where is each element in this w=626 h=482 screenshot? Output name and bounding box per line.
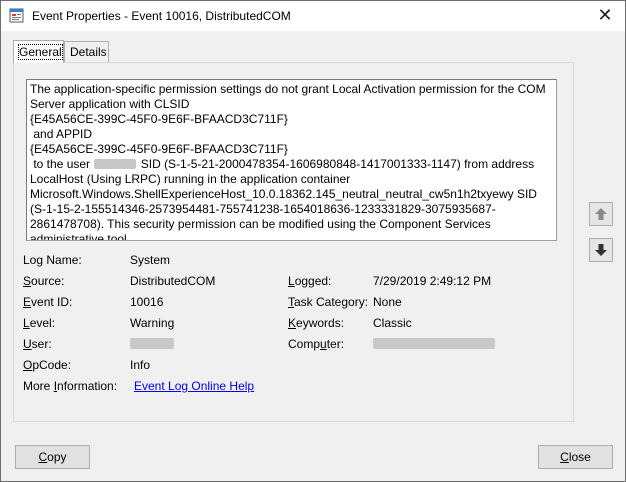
opcode-label: OpCode: [23,358,72,372]
event-viewer-icon [9,8,24,23]
keywords-label: Keywords: [288,316,345,330]
tab-general-label: General [18,44,63,60]
source-value: DistributedCOM [130,274,216,288]
task-category-value: None [373,295,402,309]
log-name-label: Log Name: [23,253,82,267]
computer-label: Computer: [288,337,345,351]
arrow-down-icon [595,244,607,256]
logged-label: Logged: [288,274,332,288]
close-button[interactable]: Close [538,445,613,469]
close-icon[interactable]: ✕ [595,5,615,25]
level-value: Warning [130,316,175,330]
event-id-label: Event ID: [23,295,73,309]
user-label: User: [23,337,52,351]
event-log-online-help-link[interactable]: Event Log Online Help [134,379,254,393]
general-panel: The application-specific permission sett… [13,62,574,422]
tab-details-label: Details [70,45,107,59]
tab-details[interactable]: Details [64,41,109,62]
event-description[interactable]: The application-specific permission sett… [26,79,557,241]
description-text-2: SID (S-1-5-21-2000478354-1606980848-1417… [30,157,541,241]
arrow-up-icon [595,208,607,220]
redacted-user [94,159,137,169]
tab-general[interactable]: General [13,40,64,63]
source-label: Source: [23,274,65,288]
level-label: Level: [23,316,56,330]
keywords-value: Classic [373,316,412,330]
task-category-label: Task Category: [288,295,369,309]
window-title: Event Properties - Event 10016, Distribu… [32,9,291,23]
log-name-value: System [130,253,171,267]
next-event-button[interactable] [589,238,613,262]
opcode-value: Info [130,358,151,372]
copy-button[interactable]: Copy [15,445,90,469]
title-bar: Event Properties - Event 10016, Distribu… [1,1,625,31]
logged-value: 7/29/2019 2:49:12 PM [373,274,492,288]
user-value-redacted [130,337,174,351]
previous-event-button[interactable] [589,202,613,226]
event-id-value: 10016 [130,295,164,309]
more-information-label: More Information: [23,379,118,393]
event-properties-window: Event Properties - Event 10016, Distribu… [0,0,626,482]
computer-value-redacted [373,337,495,351]
